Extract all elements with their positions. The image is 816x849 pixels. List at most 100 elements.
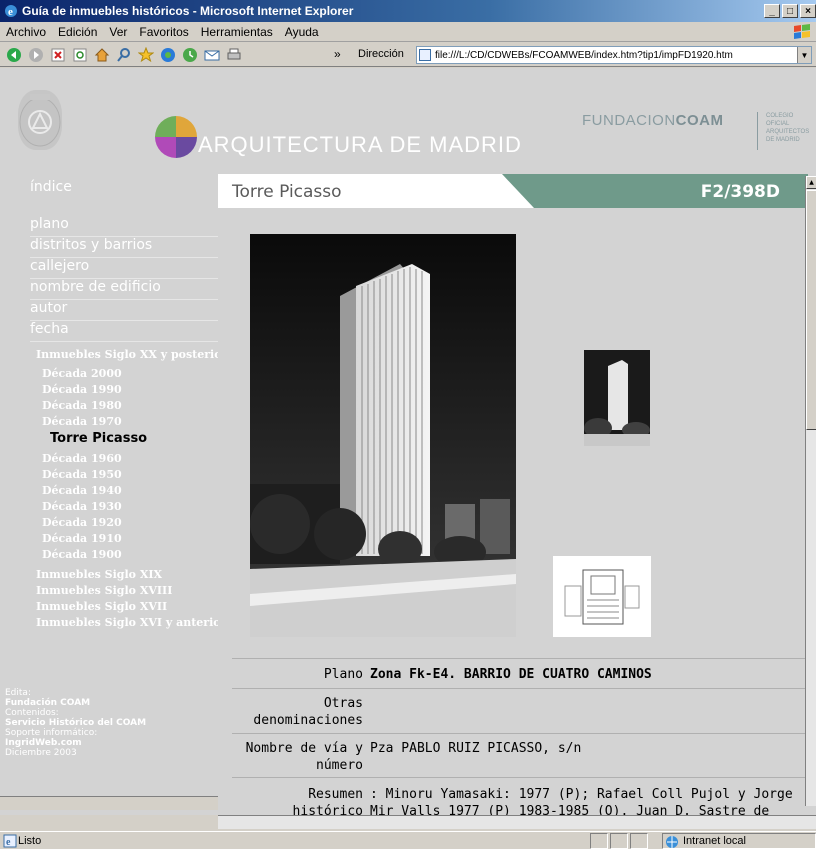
status-text: Listo <box>18 834 42 847</box>
menu-herramientas[interactable]: Herramientas <box>195 25 279 39</box>
menu-edicion[interactable]: Edición <box>52 25 103 39</box>
info-value: Pza PABLO RUIZ PICASSO, s/n <box>370 741 582 756</box>
info-value: : Minoru Yamasaki: 1977 (P); Rafael Coll… <box>370 787 793 815</box>
nav-decada-1920[interactable]: Década 1920 <box>42 516 122 529</box>
page-icon <box>419 49 431 61</box>
nav-current-building[interactable]: Torre Picasso <box>50 431 147 446</box>
nav-callejero[interactable]: callejero <box>30 258 218 279</box>
svg-text:e: e <box>8 6 13 18</box>
menu-ayuda[interactable]: Ayuda <box>279 25 325 39</box>
history-icon[interactable] <box>182 47 198 63</box>
menu-archivo[interactable]: Archivo <box>0 25 52 39</box>
scroll-up-icon[interactable]: ▲ <box>806 176 816 189</box>
nav-siglo-xix[interactable]: Inmuebles Siglo XIX <box>36 568 162 581</box>
page-content: ARQUITECTURA DE MADRID FUNDACIONCOAM COL… <box>0 68 816 815</box>
nav-plano[interactable]: plano <box>30 216 218 237</box>
nav-decada-1900[interactable]: Década 1900 <box>42 548 122 561</box>
menu-ver[interactable]: Ver <box>103 25 133 39</box>
zone-label: Intranet local <box>683 835 746 847</box>
coam-seal-logo <box>18 90 62 150</box>
title-band: Torre Picasso F2/398D <box>218 174 808 208</box>
scroll-thumb[interactable] <box>806 190 816 430</box>
status-cell <box>610 833 628 849</box>
forward-icon[interactable] <box>28 47 44 63</box>
info-row-otras: Otras denominaciones <box>232 688 806 733</box>
colegio-text: COLEGIO OFICIAL ARQUITECTOS DE MADRID <box>766 113 810 143</box>
info-label: Resumen histórico <box>292 787 363 815</box>
back-icon[interactable] <box>6 47 22 63</box>
site-title: ARQUITECTURA DE MADRID <box>198 132 522 157</box>
nav-decada-1930[interactable]: Década 1930 <box>42 500 122 513</box>
ie-logo-icon: e <box>5 5 17 18</box>
nav-decada-1970[interactable]: Década 1970 <box>42 415 122 428</box>
sidebar-nav: índice plano distritos y barrios calleje… <box>0 172 227 815</box>
nav-siglo-xvi[interactable]: Inmuebles Siglo XVI y anteriores <box>36 616 218 629</box>
title-bar: e Guía de inmuebles históricos - Microso… <box>0 0 816 22</box>
status-cell <box>630 833 648 849</box>
status-bar: e Listo Intranet local <box>0 831 816 849</box>
info-label: Nombre de vía y número <box>245 741 363 773</box>
address-input[interactable]: file:///L:/CD/CDWEBs/FCOAMWEB/index.htm?… <box>416 46 812 64</box>
stop-icon[interactable] <box>50 47 66 63</box>
chevron-down-icon[interactable]: ▼ <box>797 47 811 63</box>
nav-decada-2000[interactable]: Década 2000 <box>42 367 122 380</box>
toolbar-overflow[interactable]: » <box>334 47 341 61</box>
media-icon[interactable] <box>160 47 176 63</box>
nav-siglo-xviii[interactable]: Inmuebles Siglo XVIII <box>36 584 172 597</box>
menu-bar: Archivo Edición Ver Favoritos Herramient… <box>0 22 816 42</box>
refresh-icon[interactable] <box>72 47 88 63</box>
maximize-button[interactable]: □ <box>782 4 798 18</box>
site-header: ARQUITECTURA DE MADRID FUNDACIONCOAM COL… <box>0 68 816 172</box>
minimize-button[interactable]: _ <box>764 4 780 18</box>
info-label: Plano <box>323 667 363 682</box>
status-cell <box>590 833 608 849</box>
window-title: Guía de inmuebles históricos - Microsoft… <box>22 4 354 18</box>
security-zone: Intranet local <box>662 833 816 849</box>
search-icon[interactable] <box>116 47 132 63</box>
favorites-icon[interactable] <box>138 46 154 63</box>
building-photo[interactable] <box>250 234 516 637</box>
page-title: Torre Picasso <box>232 182 342 202</box>
info-row-resumen: Resumen histórico : Minoru Yamasaki: 197… <box>232 777 806 815</box>
building-thumbnail[interactable] <box>584 350 650 446</box>
credits-footer: Edita: Fundación COAM Contenidos: Servic… <box>5 688 147 758</box>
close-button[interactable]: × <box>800 4 816 18</box>
nav-siglo-xvii[interactable]: Inmuebles Siglo XVII <box>36 600 167 613</box>
toolbar: » Dirección file:///L:/CD/CDWEBs/FCOAMWE… <box>0 43 816 67</box>
page-status-icon: e <box>3 834 17 848</box>
info-value: Zona Fk-E4. BARRIO DE CUATRO CAMINOS <box>370 667 652 682</box>
main-vertical-scrollbar[interactable]: ▲ <box>805 176 816 806</box>
info-row-via: Nombre de vía y número Pza PABLO RUIZ PI… <box>232 733 806 777</box>
home-icon[interactable] <box>94 47 110 63</box>
globe-icon <box>666 836 678 848</box>
print-icon[interactable] <box>226 47 242 63</box>
reference-code: F2/398D <box>700 182 780 202</box>
sidebar-horizontal-scrollbar[interactable] <box>0 796 218 810</box>
svg-text:e: e <box>6 837 11 848</box>
nav-decada-1950[interactable]: Década 1950 <box>42 468 122 481</box>
logo-divider <box>757 112 758 150</box>
main-horizontal-scrollbar[interactable] <box>218 815 816 829</box>
info-row-plano: Plano Zona Fk-E4. BARRIO DE CUATRO CAMIN… <box>232 658 806 688</box>
nav-nombre-edificio[interactable]: nombre de edificio <box>30 279 218 300</box>
nav-siglo-xx[interactable]: Inmuebles Siglo XX y posterior <box>36 348 227 361</box>
madrid-logo <box>155 116 197 158</box>
floor-plan-thumbnail[interactable] <box>553 556 651 637</box>
nav-autor[interactable]: autor <box>30 300 218 321</box>
nav-fecha[interactable]: fecha <box>30 321 218 342</box>
fundacion-logo-text: FUNDACIONCOAM <box>582 112 724 129</box>
info-label: Otras denominaciones <box>253 696 363 728</box>
nav-decada-1960[interactable]: Década 1960 <box>42 452 122 465</box>
index-heading: índice <box>30 179 72 195</box>
windows-flag-icon <box>794 24 810 39</box>
nav-distritos[interactable]: distritos y barrios <box>30 237 218 258</box>
nav-decada-1910[interactable]: Década 1910 <box>42 532 122 545</box>
nav-decada-1990[interactable]: Década 1990 <box>42 383 122 396</box>
menu-favoritos[interactable]: Favoritos <box>133 25 194 39</box>
main-panel: Torre Picasso F2/398D Plano Zona Fk-E4. … <box>218 172 816 815</box>
mail-icon[interactable] <box>204 47 220 63</box>
nav-decada-1980[interactable]: Década 1980 <box>42 399 122 412</box>
nav-decada-1940[interactable]: Década 1940 <box>42 484 122 497</box>
address-label: Dirección <box>358 48 404 60</box>
address-value: file:///L:/CD/CDWEBs/FCOAMWEB/index.htm?… <box>435 49 733 61</box>
